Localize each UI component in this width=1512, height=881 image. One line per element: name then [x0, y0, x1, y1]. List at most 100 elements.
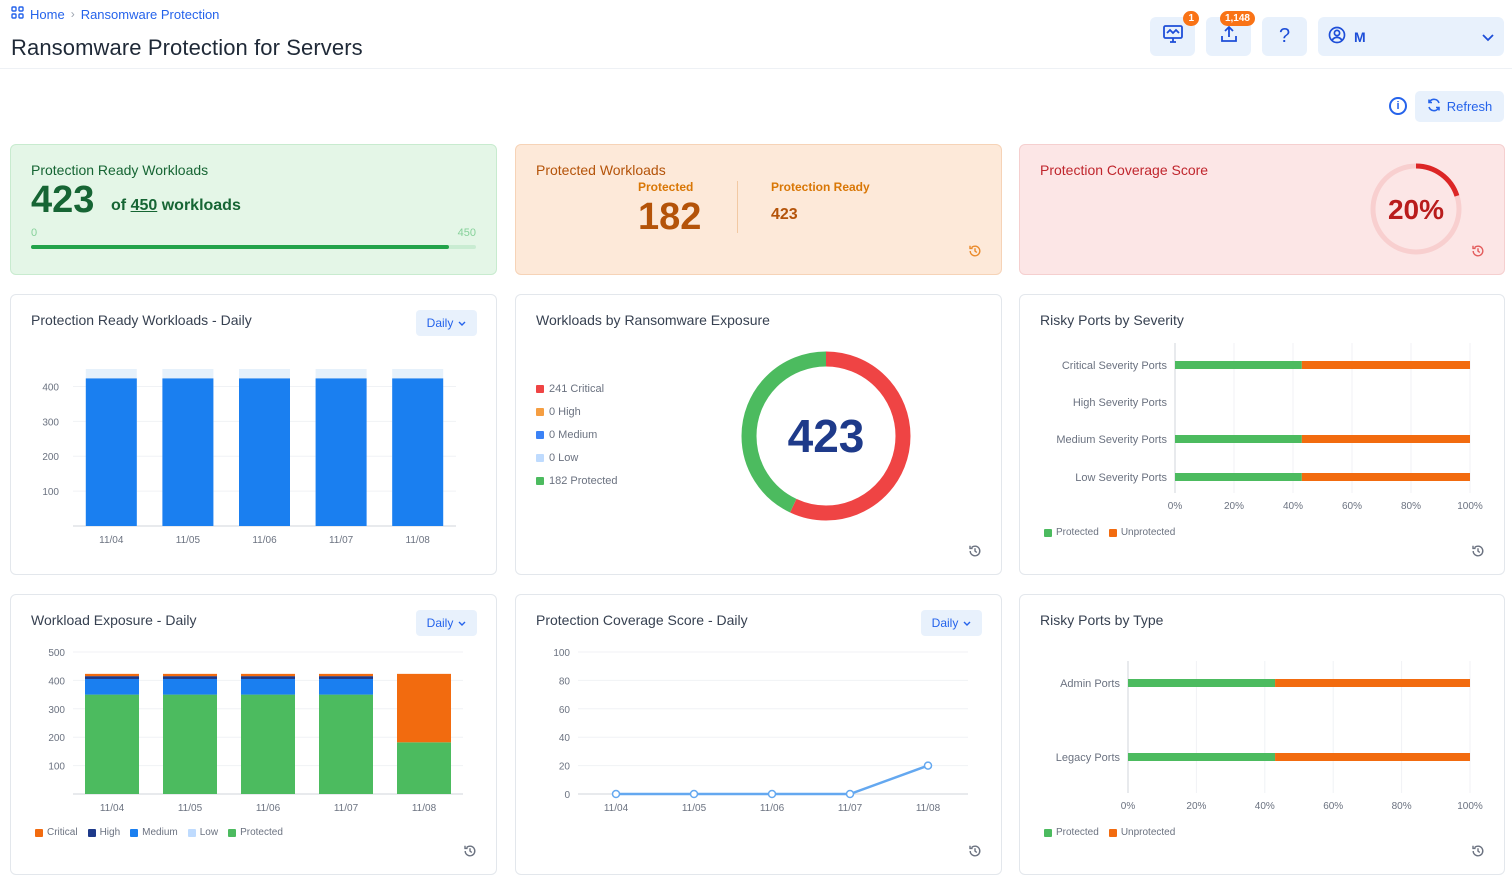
exposure-daily-panel: Workload Exposure - Daily Daily 100 200 30…: [10, 594, 497, 875]
x-tick-label: 11/04: [99, 535, 124, 546]
x-tick-label: 80%: [1401, 501, 1421, 512]
y-tick-label: 100: [553, 648, 570, 659]
category-label: Critical Severity Ports: [1062, 360, 1168, 372]
y-tick-label: 300: [42, 417, 59, 428]
ports-type-panel: Risky Ports by Type 0% 20% 40% 60% 80% 100% Ad…: [1019, 594, 1505, 875]
legend-item[interactable]: Protected: [228, 827, 283, 838]
x-tick-label: 100%: [1457, 801, 1483, 812]
card-title: Protection Ready Workloads: [31, 162, 209, 178]
legend-item[interactable]: Unprotected: [1108, 827, 1176, 838]
breadcrumb: Home › Ransomware Protection: [11, 6, 219, 22]
refresh-button[interactable]: Refresh: [1415, 91, 1504, 122]
legend-swatch: [35, 828, 43, 837]
x-tick-label: 11/05: [178, 803, 203, 814]
history-icon[interactable]: [463, 844, 477, 858]
x-tick-label: 11/06: [760, 803, 785, 814]
history-icon[interactable]: [968, 544, 982, 558]
legend-item[interactable]: High: [87, 827, 120, 838]
legend-label: Critical: [47, 827, 78, 838]
legend-swatch: [1108, 528, 1117, 537]
data-point: [845, 789, 855, 799]
user-initial: M: [1354, 28, 1366, 45]
protection-ready-label: Protection Ready: [771, 180, 870, 194]
upload-button[interactable]: 1,148: [1206, 11, 1255, 56]
coverage-daily-chart: 0 20 40 60 80 100 11/04 11/05 11/06 11/07 11/08: [553, 648, 968, 814]
protection-ready-count: 423: [771, 206, 798, 223]
y-tick-label: 400: [42, 382, 59, 393]
x-tick-label: 11/05: [176, 535, 201, 546]
series-line: [616, 764, 929, 796]
data-point: [767, 789, 777, 799]
x-tick-label: 0%: [1121, 801, 1136, 812]
history-icon[interactable]: [968, 844, 982, 858]
x-tick-label: 20%: [1224, 501, 1244, 512]
legend-label: Unprotected: [1120, 827, 1176, 838]
monitor-button[interactable]: 1: [1150, 11, 1199, 56]
bar-segment: [85, 676, 139, 679]
x-tick-label: 80%: [1392, 801, 1412, 812]
history-icon[interactable]: [968, 244, 982, 258]
history-icon[interactable]: [1471, 244, 1485, 258]
x-tick-label: 40%: [1255, 801, 1275, 812]
ready-progress-fill: [31, 245, 450, 249]
breadcrumb-current[interactable]: Ransomware Protection: [81, 7, 220, 22]
exposure-panel: Workloads by Ransomware Exposure 241 Cri…: [515, 294, 1002, 575]
legend-item[interactable]: Critical: [35, 827, 78, 838]
refresh-icon: [1427, 98, 1441, 115]
y-tick-label: 60: [559, 705, 571, 716]
legend-item[interactable]: Protected: [1044, 827, 1099, 838]
bar-segment: [1128, 679, 1276, 687]
bar: [239, 378, 290, 526]
category-label: Legacy Ports: [1056, 752, 1121, 764]
help-button[interactable]: ?: [1262, 17, 1307, 56]
upload-icon: [1219, 24, 1239, 49]
bar-segment: [241, 673, 295, 677]
history-icon[interactable]: [1471, 544, 1485, 558]
y-tick-label: 80: [559, 676, 571, 687]
user-menu-button[interactable]: M: [1318, 17, 1504, 56]
protected-column: Protected 182: [638, 180, 701, 239]
bar-segment: [163, 694, 217, 794]
category-label: Low Severity Ports: [1075, 472, 1167, 484]
x-tick-label: 0%: [1168, 501, 1183, 512]
history-icon[interactable]: [1471, 844, 1485, 858]
of-suffix: workloads: [161, 197, 241, 214]
x-tick-label: 11/07: [838, 803, 863, 814]
legend-item[interactable]: Medium: [130, 827, 178, 838]
bar-segment: [319, 694, 373, 794]
total-workloads-link[interactable]: 450: [131, 197, 158, 214]
of-prefix: of: [111, 197, 127, 214]
legend-item[interactable]: Low: [187, 827, 218, 838]
x-tick-label: 40%: [1283, 501, 1303, 512]
x-tick-label: 11/08: [916, 803, 941, 814]
bar-segment: [319, 673, 373, 677]
legend-item[interactable]: Unprotected: [1108, 527, 1175, 538]
scale-max: 450: [457, 227, 476, 239]
x-tick-label: 11/05: [682, 803, 707, 814]
ready-of-total: of 450 workloads: [111, 197, 241, 215]
bar-segment: [163, 678, 217, 695]
ports-severity-panel: Risky Ports by Severity 0% 20% 40% 60% 80% 10…: [1019, 294, 1505, 575]
breadcrumb-home-link[interactable]: Home: [30, 7, 65, 22]
apps-grid-icon[interactable]: [11, 6, 24, 22]
category-label: Medium Severity Ports: [1056, 434, 1167, 446]
monitor-icon: [1162, 24, 1184, 49]
refresh-label: Refresh: [1446, 99, 1493, 114]
data-point: [689, 789, 699, 799]
bar-segment: [163, 676, 217, 679]
protected-label: Protected: [638, 180, 694, 194]
legend-item[interactable]: Protected: [1044, 527, 1099, 538]
protected-count: 182: [638, 196, 702, 238]
legend-swatch: [187, 828, 196, 837]
header-divider: [0, 68, 1512, 69]
info-icon[interactable]: i: [1389, 97, 1407, 115]
legend-swatch: [1108, 828, 1117, 837]
coverage-gauge: 20%: [1370, 163, 1462, 255]
exposure-daily-legend: Critical High Medium Low Protected: [35, 827, 283, 838]
legend-swatch: [87, 828, 96, 837]
bar-segment: [319, 678, 373, 695]
protection-ready-card: Protection Ready Workloads 423 of 450 wo…: [10, 144, 497, 275]
upload-badge: 1,148: [1219, 11, 1255, 26]
legend-swatch: [228, 828, 237, 837]
y-tick-label: 500: [48, 648, 65, 659]
